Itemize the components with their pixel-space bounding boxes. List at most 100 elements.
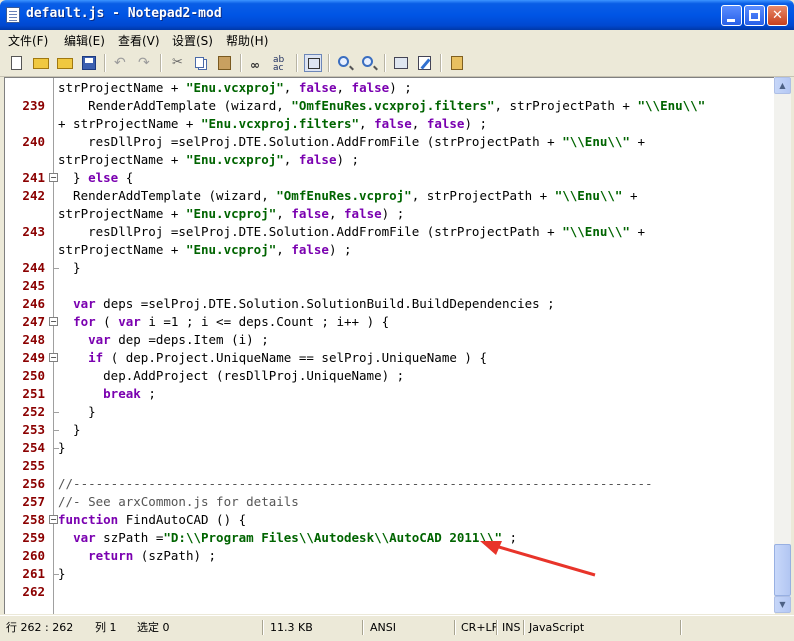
code-token: , [328,206,345,221]
word-wrap-button[interactable] [304,54,322,72]
code-line[interactable]: 240 resDllProj =selProj.DTE.Solution.Add… [5,133,775,151]
code-token: , [359,116,375,131]
scheme-button[interactable] [392,54,410,72]
code-token: , [283,152,299,167]
code-token: resDllProj =selProj.DTE.Solution.AddFrom… [58,134,563,149]
code-line[interactable]: strProjectName + "Enu.vcproj", false) ; [5,241,775,259]
code-line[interactable]: 256 //-----------------------------------… [5,475,775,493]
code-line[interactable]: 261} [5,565,775,583]
toolbar-separator [440,54,442,72]
title-bar[interactable]: default.js - Notepad2-mod ✕ [0,0,794,30]
scheme-icon [394,57,408,69]
status-eol[interactable]: CR+LF [461,619,498,636]
menu-bar: 文件(F) 编辑(E) 查看(V) 设置(S) 帮助(H) [0,30,794,50]
code-text: var dep =deps.Item (i) ; [58,331,269,349]
line-number: 251 [22,386,45,401]
code-line[interactable]: 259 var szPath ="D:\\Program Files\\Auto… [5,529,775,547]
code-line[interactable]: 250 dep.AddProject (resDllProj.UniqueNam… [5,367,775,385]
vertical-scrollbar[interactable]: ▲ ▼ [774,77,791,613]
string-token: "\\Enu\\" [554,188,623,203]
code-line[interactable]: 254} [5,439,775,457]
code-text: dep.AddProject (resDllProj.UniqueName) ; [58,367,404,385]
code-line[interactable]: 262 [5,583,775,601]
code-token: ) ; [328,242,352,257]
line-number: 258 [22,512,45,527]
code-line[interactable]: 247− for ( var i =1 ; i <= deps.Count ; … [5,313,775,331]
fold-toggle-icon[interactable]: − [49,515,58,524]
code-line[interactable]: 246 var deps =selProj.DTE.Solution.Solut… [5,295,775,313]
status-encoding[interactable]: ANSI [370,619,396,636]
zoom-out-button[interactable] [360,54,378,72]
code-line[interactable]: 258− function FindAutoCAD () { [5,511,775,529]
string-token: "OmfEnuRes.vcxproj.filters" [291,98,495,113]
status-column: 列 1 [95,621,117,634]
menu-edit[interactable]: 编辑(E) [64,32,105,49]
browse-button[interactable] [56,54,74,72]
code-line[interactable]: strProjectName + "Enu.vcxproj", false) ; [5,151,775,169]
code-line[interactable]: 257 //- See arxCommon.js for details [5,493,775,511]
code-token: FindAutoCAD () { [118,512,247,527]
minimize-button[interactable] [721,5,742,26]
line-number: 241 [22,170,45,185]
code-line[interactable]: 245 [5,277,775,295]
code-token: i =1 ; i <= deps.Count ; i++ ) { [140,314,390,329]
cut-button[interactable]: ✂ [168,54,186,72]
paste-button[interactable] [216,54,234,72]
scroll-thumb[interactable] [774,544,791,596]
replace-button[interactable]: ab ac [272,54,290,73]
code-line[interactable]: + strProjectName + "Enu.vcxproj.filters"… [5,115,775,133]
code-line[interactable]: 242 RenderAddTemplate (wizard, "OmfEnuRe… [5,187,775,205]
code-line[interactable]: 251 break ; [5,385,775,403]
code-text: strProjectName + "Enu.vcproj", false) ; [58,241,352,259]
code-line[interactable]: 252 } [5,403,775,421]
undo-button[interactable]: ↶ [112,54,130,72]
redo-button[interactable]: ↷ [136,54,154,72]
line-number: 243 [22,224,45,239]
open-button[interactable] [32,54,50,72]
code-line[interactable]: 243 resDllProj =selProj.DTE.Solution.Add… [5,223,775,241]
find-button[interactable]: ∞ [248,54,266,72]
maximize-button[interactable] [744,5,765,26]
keyword-token: for [73,314,96,329]
code-line[interactable]: 255 [5,457,775,475]
customize-button[interactable] [416,54,434,72]
close-button[interactable]: ✕ [767,5,788,26]
code-line[interactable]: 253 } [5,421,775,439]
status-selection: 选定 0 [137,621,170,634]
code-line[interactable]: strProjectName + "Enu.vcproj", false, fa… [5,205,775,223]
code-line[interactable]: 239 RenderAddTemplate (wizard, "OmfEnuRe… [5,97,775,115]
toolbar-separator [296,54,298,72]
fold-toggle-icon[interactable]: − [49,353,58,362]
copy-button[interactable] [192,54,210,72]
code-line[interactable]: 244 } [5,259,775,277]
menu-view[interactable]: 查看(V) [118,32,160,49]
fold-toggle-icon[interactable]: − [49,317,58,326]
code-line[interactable]: 248 var dep =deps.Item (i) ; [5,331,775,349]
code-line[interactable]: 241− } else { [5,169,775,187]
scroll-down-button[interactable]: ▼ [774,596,791,613]
code-line[interactable]: 249− if ( dep.Project.UniqueName == selP… [5,349,775,367]
code-editor[interactable]: strProjectName + "Enu.vcxproj", false, f… [4,77,775,614]
menu-help[interactable]: 帮助(H) [226,32,268,49]
menu-settings[interactable]: 设置(S) [172,32,213,49]
line-number: 256 [22,476,45,491]
scroll-up-button[interactable]: ▲ [774,77,791,94]
code-token: , strProjectPath + [411,188,555,203]
code-line[interactable]: 260 return (szPath) ; [5,547,775,565]
status-lexer[interactable]: JavaScript [529,619,584,636]
code-text: //- See arxCommon.js for details [58,493,299,511]
menu-file[interactable]: 文件(F) [8,32,48,49]
save-button[interactable] [80,54,98,72]
code-text: strProjectName + "Enu.vcproj", false, fa… [58,205,404,223]
fold-toggle-icon[interactable]: − [49,173,58,182]
code-line[interactable]: strProjectName + "Enu.vcxproj", false, f… [5,79,775,97]
code-text: function FindAutoCAD () { [58,511,246,529]
code-text: } else { [58,169,133,187]
close-icon: ✕ [772,8,783,23]
toolbar-separator [104,54,106,72]
zoom-in-button[interactable] [336,54,354,72]
status-ins[interactable]: INS [502,619,520,636]
new-button[interactable] [8,54,26,72]
exit-button[interactable] [448,54,466,72]
